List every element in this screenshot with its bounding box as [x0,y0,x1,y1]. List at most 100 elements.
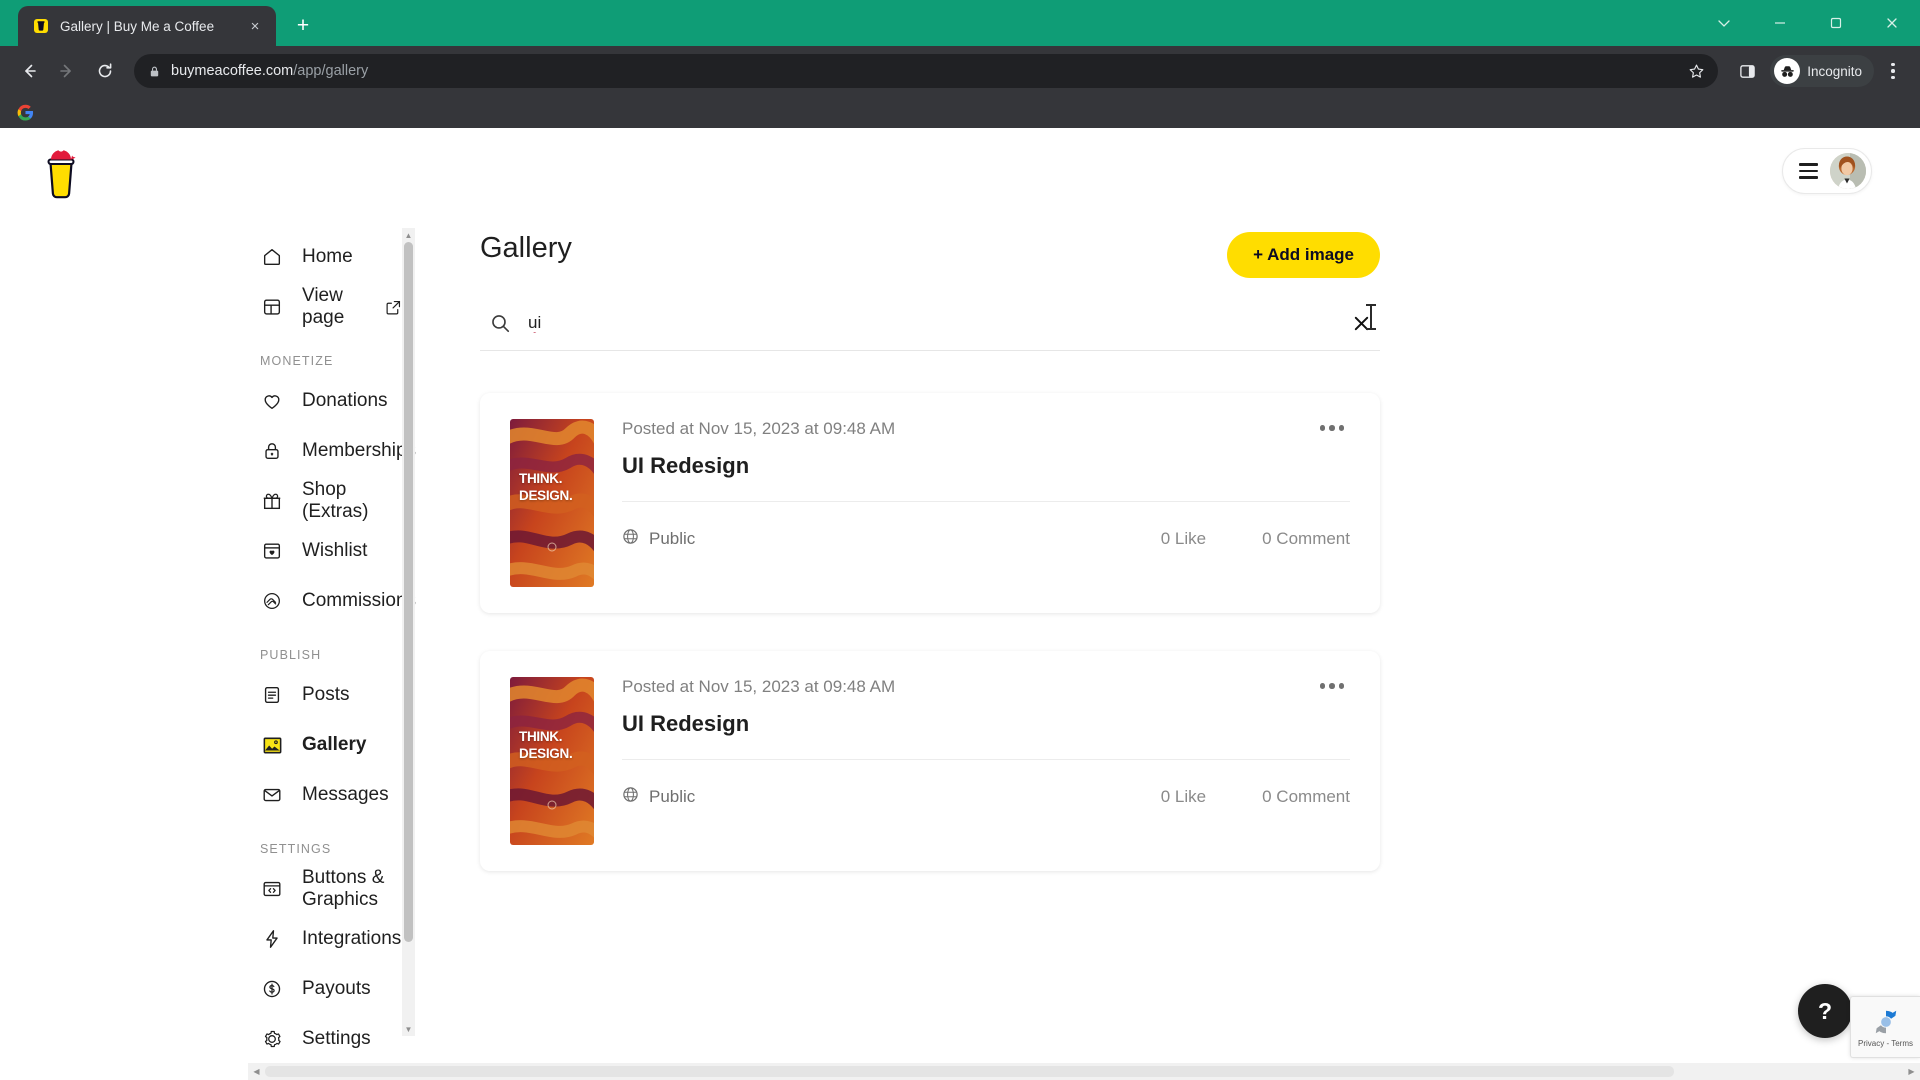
sidebar-item-label: Donations [302,390,388,411]
sidebar-item-posts[interactable]: Posts [260,670,402,720]
horizontal-scroll-track[interactable] [265,1063,1903,1080]
tab-close-icon[interactable]: × [244,15,266,37]
horizontal-scrollbar-thumb[interactable] [265,1066,1674,1077]
card-options-menu[interactable] [1314,677,1351,695]
card-options-menu[interactable] [1314,419,1351,437]
incognito-label: Incognito [1807,63,1862,79]
sidebar-item-label: Shop (Extras) [302,479,369,522]
card-stats: 0 Like 0 Comment [1161,529,1350,549]
address-bar[interactable]: buymeacoffee.com/app/gallery [134,54,1719,88]
comment-count: 0 Comment [1262,529,1350,548]
search-input[interactable] [528,313,1332,333]
sidebar-item-commissions[interactable]: Commissions [260,576,416,626]
gift-icon [260,489,284,513]
handshake-icon [260,589,284,613]
thumbnail-caption-line2: DESIGN. [519,745,573,761]
maximize-button[interactable] [1808,0,1864,46]
sidebar-item-shop-extras[interactable]: Shop (Extras) [260,476,402,526]
google-bookmark-icon[interactable] [14,101,36,123]
wishlist-icon [260,539,284,563]
url-path: /app/gallery [293,63,369,79]
account-menu-button[interactable] [1782,148,1872,194]
header-right [1782,148,1872,194]
browser-menu-button[interactable] [1878,54,1908,88]
sidebar-item-view-page[interactable]: View page [260,282,402,332]
document-icon [260,683,284,707]
gallery-thumbnail[interactable]: THINK. DESIGN. [510,419,594,587]
scroll-up-arrow-icon[interactable]: ▲ [402,228,415,242]
back-button[interactable] [12,54,46,88]
layout-icon [260,295,284,319]
url-text: buymeacoffee.com/app/gallery [171,63,1672,79]
card-top: Posted at Nov 15, 2023 at 09:48 AM UI Re… [622,419,1350,479]
search-bar[interactable] [480,304,1380,351]
card-meta: Posted at Nov 15, 2023 at 09:48 AM UI Re… [622,419,895,479]
thumbnail-caption: THINK. DESIGN. [519,729,573,763]
sidebar-item-label: Integrations [302,928,402,949]
sidebar-item-label: View page [302,285,345,328]
forward-button[interactable] [50,54,84,88]
coffee-cup-favicon [32,17,50,35]
image-icon [260,733,284,757]
sidebar-item-home[interactable]: Home [260,232,402,282]
thumbnail-caption: THINK. DESIGN. [519,471,573,505]
sidebar-item-buttons-graphics[interactable]: Buttons & Graphics [260,864,402,914]
horizontal-scrollbar[interactable]: ◀ ▶ [248,1063,1920,1080]
url-domain: buymeacoffee.com [171,63,294,79]
visibility-label: Public [649,529,696,548]
bookmark-star-icon[interactable] [1682,57,1710,85]
sidebar-item-memberships[interactable]: Memberships [260,426,416,476]
scroll-right-arrow-icon[interactable]: ▶ [1903,1063,1920,1080]
gallery-card[interactable]: THINK. DESIGN. Posted at Nov 15, 2023 at… [480,393,1380,613]
sidebar-item-donations[interactable]: Donations [260,376,402,426]
side-panel-icon[interactable] [1730,54,1764,88]
gallery-card[interactable]: THINK. DESIGN. Posted at Nov 15, 2023 at… [480,651,1380,871]
new-tab-button[interactable]: + [286,9,320,43]
sidebar-scrollbar[interactable]: ▲ ▼ [402,228,415,1036]
heart-icon [260,389,284,413]
sidebar-scrollbar-thumb[interactable] [404,242,413,942]
posted-date: Posted at Nov 15, 2023 at 09:48 AM [622,677,896,696]
hamburger-menu-icon[interactable] [1799,163,1818,179]
scroll-left-arrow-icon[interactable]: ◀ [248,1063,265,1080]
sidebar-item-integrations[interactable]: Integrations [260,914,402,964]
close-window-button[interactable] [1864,0,1920,46]
sidebar-item-gallery[interactable]: Gallery [260,720,402,770]
incognito-indicator[interactable]: Incognito [1770,55,1874,87]
help-button[interactable]: ? [1798,984,1852,1038]
card-body: Posted at Nov 15, 2023 at 09:48 AM UI Re… [622,677,1350,845]
card-stats: 0 Like 0 Comment [1161,787,1350,807]
card-divider [622,759,1350,760]
sidebar-item-payouts[interactable]: Payouts [260,964,402,1014]
sidebar-item-label: Gallery [302,734,367,755]
user-avatar[interactable] [1830,153,1866,189]
sidebar-item-messages[interactable]: Messages [260,770,402,820]
sidebar-item-label: Posts [302,684,350,705]
gallery-thumbnail[interactable]: THINK. DESIGN. [510,677,594,845]
like-count: 0 Like [1160,529,1207,548]
browser-tab[interactable]: Gallery | Buy Me a Coffee × [18,6,276,46]
page-body: Home View page MONETIZE Donations Member… [0,214,1920,1080]
buymeacoffee-logo[interactable] [38,143,84,199]
search-icon [490,313,512,334]
external-link-icon[interactable] [385,297,402,317]
sidebar-item-settings[interactable]: Settings [260,1014,402,1064]
incognito-avatar-icon [1774,58,1801,84]
gear-icon [260,1027,284,1051]
minimize-button[interactable] [1752,0,1808,46]
lightning-icon [260,927,284,951]
add-image-button[interactable]: + Add image [1227,232,1380,278]
scroll-down-arrow-icon[interactable]: ▼ [402,1022,415,1036]
tab-search-chevron-icon[interactable] [1696,0,1752,46]
recaptcha-badge[interactable]: Privacy - Terms [1850,996,1920,1058]
sidebar-item-label: Home [302,246,353,267]
recaptcha-label[interactable]: Privacy - Terms [1858,1039,1913,1048]
card-top: Posted at Nov 15, 2023 at 09:48 AM UI Re… [622,677,1350,737]
sidebar-item-wishlist[interactable]: Wishlist [260,526,402,576]
globe-icon [622,528,639,550]
reload-button[interactable] [88,54,122,88]
envelope-icon [260,783,284,807]
recaptcha-icon [1875,1010,1896,1033]
sidebar-section-settings: SETTINGS [260,842,332,856]
thumbnail-caption-line1: THINK. [519,471,563,486]
